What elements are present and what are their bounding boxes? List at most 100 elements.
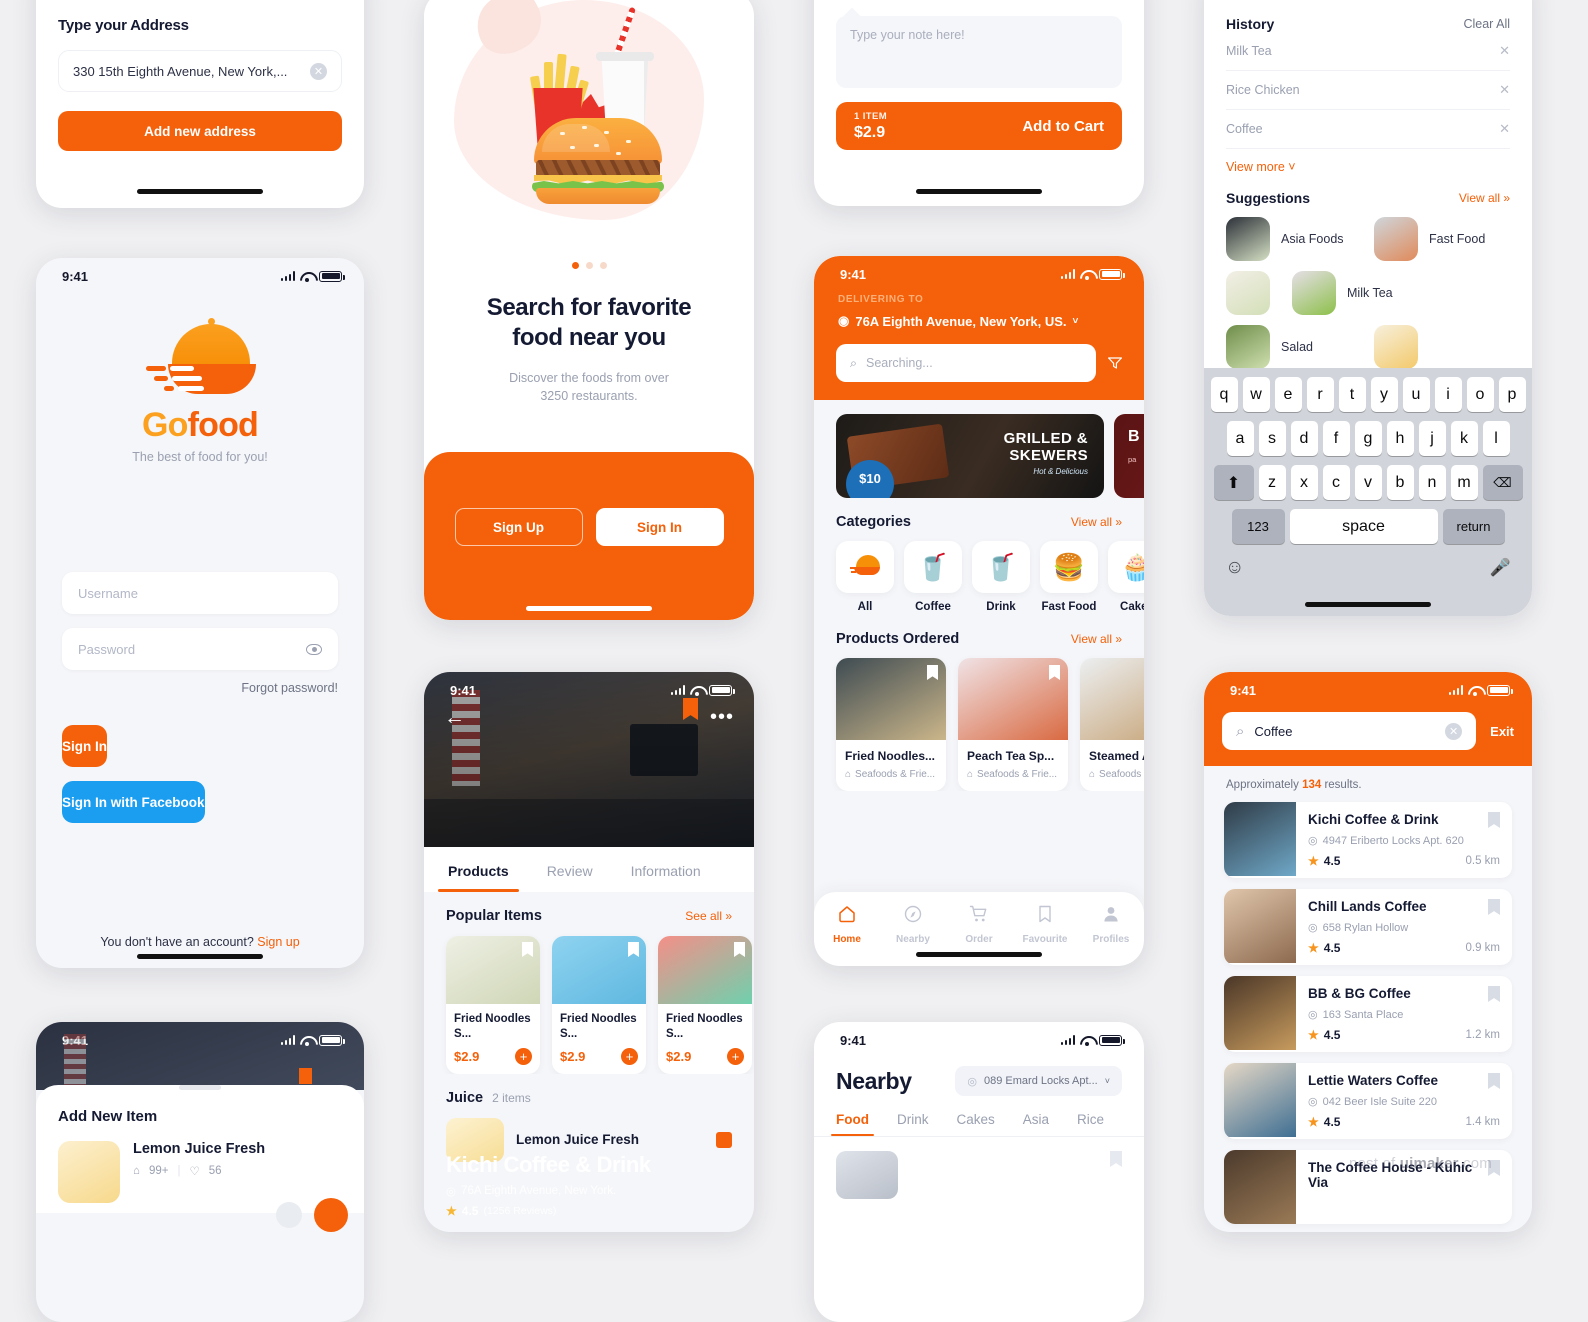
nearby-list-item[interactable] — [836, 1151, 1122, 1199]
tab-cakes[interactable]: Cakes — [957, 1112, 995, 1136]
key-h[interactable]: h — [1386, 421, 1414, 456]
add-new-address-button[interactable]: Add new address — [58, 111, 342, 151]
bookmark-icon[interactable] — [1049, 665, 1060, 680]
location-picker[interactable]: ◎ 089 Emard Locks Apt... ˅ — [955, 1066, 1122, 1096]
suggestion-item-partial[interactable] — [1226, 271, 1286, 315]
sign-in-button[interactable]: Sign In — [595, 508, 724, 546]
dot-2[interactable] — [585, 262, 593, 269]
category-fast-food[interactable]: 🍔 Fast Food — [1040, 541, 1098, 613]
delivery-address-selector[interactable]: ◉ 76A Eighth Avenue, New York, US. ˅ — [814, 305, 1144, 329]
sign-up-button[interactable]: Sign Up — [454, 508, 583, 546]
carousel-dots[interactable] — [424, 262, 754, 269]
facebook-sign-in-button[interactable]: Sign In with Facebook — [62, 781, 205, 823]
exit-button[interactable]: Exit — [1490, 724, 1514, 739]
tab-drink[interactable]: Drink — [897, 1112, 929, 1136]
tab-food[interactable]: Food — [831, 1112, 874, 1136]
history-item[interactable]: Milk Tea ✕ — [1226, 32, 1510, 71]
key-e[interactable]: e — [1274, 377, 1302, 412]
sheet-grabber[interactable] — [179, 1085, 221, 1090]
close-icon[interactable]: ✕ — [1499, 82, 1510, 98]
key-g[interactable]: g — [1354, 421, 1382, 456]
address-input[interactable]: 330 15th Eighth Avenue, New York,... ✕ — [58, 50, 342, 92]
add-to-cart-button[interactable]: Add to Cart — [1022, 118, 1104, 135]
eye-icon[interactable] — [306, 643, 322, 655]
item-row[interactable]: Lemon Juice Fresh ⌂ 99+ | ♡ 56 — [58, 1141, 342, 1203]
add-button[interactable] — [716, 1131, 732, 1148]
emoji-icon[interactable]: ☺ — [1225, 557, 1244, 579]
chevron-down-icon[interactable]: ˅ — [1105, 1076, 1110, 1086]
add-to-cart-bar[interactable]: 1 ITEM $2.9 Add to Cart — [836, 102, 1122, 150]
close-icon[interactable]: ✕ — [1499, 121, 1510, 137]
promo-banner-list[interactable]: GRILLED & SKEWERS Hot & Delicious $10 B … — [814, 400, 1144, 498]
key-y[interactable]: y — [1370, 377, 1398, 412]
note-textarea[interactable]: Type your note here! — [836, 16, 1122, 88]
suggestion-item-partial[interactable] — [1374, 325, 1434, 369]
bookmark-icon[interactable] — [734, 942, 745, 957]
key-l[interactable]: l — [1482, 421, 1510, 456]
popular-item-card[interactable]: Fried Noodles S... $2.9 + — [658, 936, 752, 1074]
popular-item-card[interactable]: Fried Noodles S... $2.9 + — [552, 936, 646, 1074]
result-row[interactable]: Kichi Coffee & Drink ◎ 4947 Eriberto Loc… — [1224, 802, 1512, 878]
suggestions-view-all-link[interactable]: View all » — [1459, 191, 1510, 205]
key-f[interactable]: f — [1322, 421, 1350, 456]
bookmark-icon[interactable] — [1110, 1151, 1122, 1167]
key-x[interactable]: x — [1290, 465, 1318, 500]
filter-funnel-icon[interactable] — [1108, 357, 1122, 369]
suggestion-item[interactable]: Milk Tea — [1292, 271, 1434, 315]
suggestions-grid[interactable]: Asia Foods Fast Food Milk Tea Salad — [1204, 206, 1532, 369]
tab-favourite[interactable]: Favourite — [1012, 904, 1078, 945]
close-icon[interactable]: ✕ — [1499, 43, 1510, 59]
category-cakes[interactable]: 🧁 Cakes — [1108, 541, 1144, 613]
bookmark-icon[interactable] — [1488, 1073, 1500, 1089]
tab-profiles[interactable]: Profiles — [1078, 904, 1144, 945]
tab-information[interactable]: Information — [629, 847, 703, 892]
password-input[interactable]: Password — [62, 628, 338, 670]
tab-asia[interactable]: Asia — [1023, 1112, 1049, 1136]
forgot-password-link[interactable]: Forgot password! — [62, 681, 338, 695]
view-more-link[interactable]: View more ˅ — [1204, 149, 1532, 174]
products-view-all-link[interactable]: View all » — [1071, 632, 1122, 646]
key-b[interactable]: b — [1386, 465, 1414, 500]
chevron-down-icon[interactable]: ˅ — [1073, 316, 1079, 327]
key-t[interactable]: t — [1338, 377, 1366, 412]
bookmark-icon[interactable] — [628, 942, 639, 957]
dot-1[interactable] — [571, 262, 579, 269]
sign-in-button[interactable]: Sign In — [62, 725, 107, 767]
add-item-fab[interactable] — [314, 1198, 348, 1232]
key-v[interactable]: v — [1354, 465, 1382, 500]
product-card[interactable]: Steamed Ask... ⌂Seafoods & Frie... — [1080, 658, 1144, 791]
key-a[interactable]: a — [1226, 421, 1254, 456]
key-m[interactable]: m — [1450, 465, 1478, 500]
tab-order[interactable]: Order — [946, 904, 1012, 945]
category-all[interactable]: All — [836, 541, 894, 613]
tab-products[interactable]: Products — [438, 847, 519, 892]
sign-up-link[interactable]: Sign up — [257, 935, 299, 949]
username-input[interactable]: Username — [62, 572, 338, 614]
microphone-icon[interactable]: 🎤 — [1490, 558, 1511, 578]
key-i[interactable]: i — [1434, 377, 1462, 412]
numbers-key[interactable]: 123 — [1231, 509, 1285, 544]
key-w[interactable]: w — [1242, 377, 1270, 412]
dot-3[interactable] — [599, 262, 607, 269]
category-drink[interactable]: 🥤 Drink — [972, 541, 1030, 613]
key-u[interactable]: u — [1402, 377, 1430, 412]
history-item[interactable]: Rice Chicken ✕ — [1226, 71, 1510, 110]
more-dots-icon[interactable]: ••• — [710, 706, 734, 729]
suggestion-item[interactable]: Fast Food — [1374, 217, 1516, 261]
key-s[interactable]: s — [1258, 421, 1286, 456]
space-key[interactable]: space — [1289, 509, 1438, 544]
add-button[interactable]: + — [621, 1047, 638, 1065]
add-button[interactable]: + — [727, 1047, 744, 1065]
key-k[interactable]: k — [1450, 421, 1478, 456]
ios-keyboard[interactable]: q w e r t y u i o p a s d f g h j k l ⬆ … — [1204, 368, 1532, 616]
see-all-link[interactable]: See all » — [685, 909, 732, 923]
categories-list[interactable]: All 🥤 Coffee 🥤 Drink 🍔 Fast Food 🧁 Cakes — [814, 530, 1144, 613]
bookmark-icon[interactable] — [1488, 812, 1500, 828]
key-j[interactable]: j — [1418, 421, 1446, 456]
categories-view-all-link[interactable]: View all » — [1071, 515, 1122, 529]
back-arrow-icon[interactable]: ← — [444, 707, 465, 728]
promo-banner[interactable]: GRILLED & SKEWERS Hot & Delicious $10 — [836, 414, 1104, 498]
clear-all-button[interactable]: Clear All — [1463, 17, 1510, 31]
key-r[interactable]: r — [1306, 377, 1334, 412]
key-n[interactable]: n — [1418, 465, 1446, 500]
